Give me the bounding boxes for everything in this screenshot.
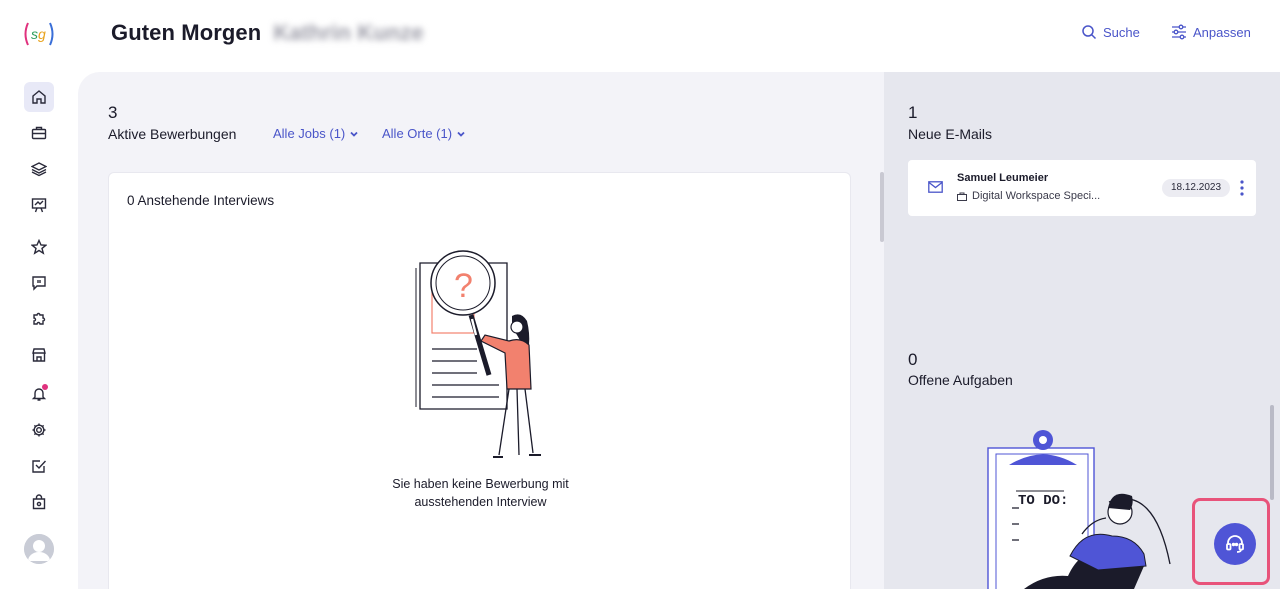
main-panel: 3 Aktive Bewerbungen Alle Jobs (1) Alle …: [78, 72, 884, 589]
chat-icon: [32, 276, 46, 291]
email-sender: Samuel Leumeier: [957, 172, 1049, 184]
sidebar-item-home[interactable]: [24, 82, 54, 112]
email-subject-row: Digital Workspace Speci...: [957, 190, 1100, 202]
empty-state-line1: Sie haben keine Bewerbung mit: [392, 477, 569, 491]
customize-button[interactable]: Anpassen: [1171, 24, 1251, 40]
todo-clipboard-icon: [987, 430, 1171, 589]
briefcase-icon: [31, 126, 47, 140]
presentation-icon: [31, 198, 47, 213]
briefcase-icon: [957, 192, 967, 201]
sidebar: [0, 72, 78, 589]
search-button[interactable]: Suche: [1081, 24, 1140, 40]
user-name: Kathrin Kunze: [273, 20, 424, 45]
todo-illustration: TO DO:: [984, 424, 1184, 589]
tasks-label: Offene Aufgaben: [908, 372, 1013, 388]
greeting-text: Guten Morgen: [111, 20, 262, 45]
sidebar-item-presentation[interactable]: [24, 190, 54, 220]
mail-icon: [928, 181, 943, 193]
checkbox-icon: [32, 460, 47, 473]
star-icon: [31, 239, 47, 255]
interviews-title: 0 Anstehende Interviews: [127, 193, 275, 208]
gear-icon: [32, 423, 46, 437]
svg-text:?: ?: [454, 267, 473, 305]
email-date-badge: 18.12.2023: [1162, 179, 1230, 197]
layers-icon: [31, 162, 47, 177]
sliders-icon: [1172, 24, 1186, 40]
email-subject: Digital Workspace Speci...: [972, 190, 1101, 202]
customize-label: Anpassen: [1193, 24, 1251, 40]
tasks-count: 0: [908, 350, 918, 369]
sidebar-item-shop[interactable]: [24, 487, 54, 517]
home-icon: [32, 90, 46, 104]
jobs-filter-dropdown[interactable]: Alle Jobs (1): [273, 126, 359, 141]
chevron-down-icon: [350, 131, 358, 137]
locations-filter-label: Alle Orte (1): [382, 126, 453, 141]
chevron-down-icon: [457, 131, 465, 137]
sidebar-item-layers[interactable]: [24, 154, 54, 184]
sidebar-item-integrations[interactable]: [24, 304, 54, 334]
right-scrollbar[interactable]: [1270, 405, 1274, 500]
email-item[interactable]: Samuel Leumeier Digital Workspace Speci.…: [908, 160, 1256, 216]
empty-state-line2: ausstehenden Interview: [414, 495, 547, 509]
applications-count: 3: [108, 103, 118, 122]
sidebar-item-messages[interactable]: [24, 268, 54, 298]
emails-label: Neue E-Mails: [908, 126, 993, 142]
logo: s g: [24, 22, 54, 46]
store-icon: [32, 348, 46, 362]
search-icon: [1082, 25, 1097, 40]
sidebar-item-notifications[interactable]: [24, 379, 54, 409]
bag-icon: [32, 494, 46, 510]
page-title: Guten Morgen Kathrin Kunze: [111, 20, 430, 46]
todo-label: TO DO:: [1018, 493, 1069, 509]
dashboard-app: s g Guten Morgen Kathrin Kunze Suche Anpa…: [0, 0, 1280, 589]
jobs-filter-label: Alle Jobs (1): [273, 126, 346, 141]
sidebar-item-jobs[interactable]: [24, 118, 54, 148]
user-avatar-icon: [24, 534, 54, 564]
emails-count: 1: [908, 103, 918, 122]
sidebar-item-store[interactable]: [24, 340, 54, 370]
notification-dot: [42, 384, 48, 390]
applications-label: Aktive Bewerbungen: [108, 126, 237, 142]
magnifier-illustration-icon: ?: [415, 250, 541, 458]
interviews-card: 0 Anstehende Interviews ? Sie haben kein…: [108, 172, 851, 589]
support-chat-button[interactable]: [1214, 523, 1256, 565]
sidebar-item-tasks[interactable]: [24, 451, 54, 481]
svg-text:g: g: [38, 26, 46, 42]
sidebar-item-settings[interactable]: [24, 415, 54, 445]
search-label: Suche: [1103, 24, 1140, 40]
locations-filter-dropdown[interactable]: Alle Orte (1): [382, 126, 466, 141]
more-vertical-icon[interactable]: [1238, 179, 1246, 197]
avatar[interactable]: [24, 534, 54, 564]
puzzle-icon: [33, 312, 46, 325]
sidebar-item-favorites[interactable]: [24, 232, 54, 262]
svg-text:s: s: [31, 26, 38, 42]
headset-icon: [1226, 535, 1244, 553]
